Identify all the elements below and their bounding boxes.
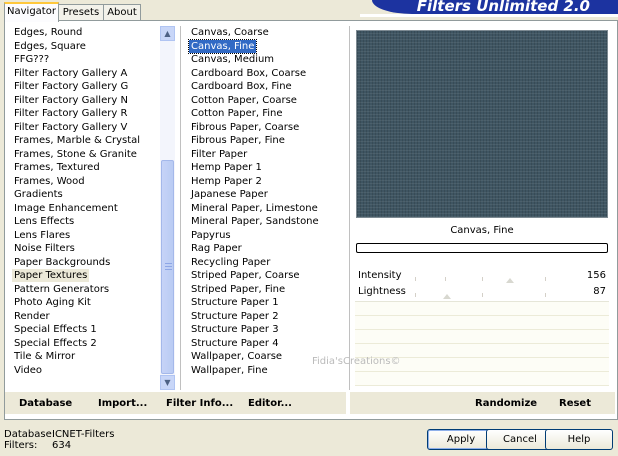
param-value: 156 — [586, 270, 606, 281]
filter-item[interactable]: Mineral Paper, Sandstone — [191, 215, 319, 228]
param-empty-row — [355, 302, 609, 316]
watermark: Fidia'sCreations© — [312, 356, 401, 367]
apply-button[interactable]: Apply — [427, 429, 495, 450]
category-item[interactable]: Special Effects 2 — [14, 337, 97, 350]
tab-navigator[interactable]: Navigator — [4, 2, 59, 22]
list-divider — [180, 26, 181, 390]
category-list[interactable]: Edges, Round Edges, Square FFG??? Filter Fa… — [12, 26, 158, 388]
category-item[interactable]: Paper Backgrounds — [14, 256, 110, 269]
filter-preview — [356, 30, 608, 218]
category-item[interactable]: Special Effects 1 — [14, 323, 97, 336]
category-item[interactable]: Filter Factory Gallery N — [14, 94, 128, 107]
filter-item[interactable]: Canvas, Coarse — [191, 26, 269, 39]
category-item[interactable]: Filter Factory Gallery R — [14, 107, 127, 120]
category-item[interactable]: Frames, Stone & Granite — [14, 148, 137, 161]
filter-item[interactable]: Striped Paper, Coarse — [191, 269, 300, 282]
category-item[interactable]: Edges, Round — [14, 26, 82, 39]
progress-bar — [356, 243, 608, 253]
filter-item[interactable]: Fibrous Paper, Coarse — [191, 121, 299, 134]
scroll-down-button[interactable]: ▼ — [160, 375, 175, 390]
filter-item[interactable]: Striped Paper, Fine — [191, 283, 285, 296]
category-item[interactable]: Frames, Marble & Crystal — [14, 134, 140, 147]
banner-divider — [360, 14, 618, 17]
filters-count: 634 — [52, 440, 72, 451]
param-empty-row — [355, 316, 609, 330]
randomize-button[interactable]: Randomize — [475, 398, 537, 409]
filter-item[interactable]: Wallpaper, Fine — [191, 364, 268, 377]
category-item[interactable]: Paper Textures — [12, 269, 90, 282]
filter-item[interactable]: Canvas, Fine — [187, 38, 258, 54]
filter-item[interactable]: Japanese Paper — [191, 188, 268, 201]
preview-divider — [349, 26, 350, 390]
tab-about[interactable]: About — [103, 4, 141, 20]
filter-item[interactable]: Hemp Paper 2 — [191, 175, 262, 188]
category-item[interactable]: Frames, Wood — [14, 175, 85, 188]
category-item[interactable]: Lens Effects — [14, 215, 74, 228]
category-item[interactable]: Edges, Square — [14, 40, 86, 53]
param-empty-row — [355, 372, 609, 386]
param-intensity[interactable]: Intensity 156 — [355, 269, 609, 286]
category-item[interactable]: Noise Filters — [14, 242, 75, 255]
filter-item[interactable]: Structure Paper 2 — [191, 310, 279, 323]
scroll-up-button[interactable]: ▲ — [160, 26, 175, 41]
filters-key: Filters: — [4, 440, 38, 451]
category-item[interactable]: Frames, Textured — [14, 161, 100, 174]
filter-item[interactable]: Rag Paper — [191, 242, 242, 255]
filter-name-label: Canvas, Fine — [450, 225, 514, 236]
app-title: Filters Unlimited 2.0 — [416, 0, 590, 14]
category-item[interactable]: Render — [14, 310, 50, 323]
filter-item[interactable]: Papyrus — [191, 229, 231, 242]
category-scrollbar[interactable]: ▲ ▼ — [160, 26, 175, 390]
param-label: Intensity — [358, 270, 402, 281]
tab-presets[interactable]: Presets — [58, 4, 104, 20]
category-item[interactable]: Filter Factory Gallery V — [14, 121, 127, 134]
filter-item[interactable]: Structure Paper 1 — [191, 296, 279, 309]
filter-item[interactable]: Structure Paper 3 — [191, 323, 279, 336]
filter-item[interactable]: Hemp Paper 1 — [191, 161, 262, 174]
scroll-thumb[interactable] — [161, 160, 174, 374]
filter-item[interactable]: Cotton Paper, Fine — [191, 107, 283, 120]
filter-item[interactable]: Structure Paper 4 — [191, 337, 279, 350]
database-button[interactable]: Database — [19, 398, 72, 409]
category-item[interactable]: Filter Factory Gallery A — [14, 67, 127, 80]
filter-item[interactable]: Wallpaper, Coarse — [191, 350, 282, 363]
database-key: Database: — [4, 429, 56, 440]
slider-marker[interactable] — [506, 278, 514, 283]
editor-button[interactable]: Editor... — [248, 398, 292, 409]
category-item[interactable]: Image Enhancement — [14, 202, 118, 215]
param-value: 87 — [593, 286, 606, 297]
slider-marker[interactable] — [443, 294, 451, 299]
param-empty-row — [355, 330, 609, 344]
database-value: ICNET-Filters — [52, 429, 115, 440]
app-banner: Filters Unlimited 2.0 — [372, 0, 618, 14]
help-button[interactable]: Help — [545, 429, 613, 450]
filter-item[interactable]: Fibrous Paper, Fine — [191, 134, 285, 147]
category-item[interactable]: FFG??? — [14, 53, 49, 66]
filter-list[interactable]: Canvas, Coarse Canvas, Fine Canvas, Medium… — [187, 26, 346, 388]
filter-item[interactable]: Canvas, Medium — [191, 53, 274, 66]
import-button[interactable]: Import... — [98, 398, 147, 409]
category-item[interactable]: Gradients — [14, 188, 63, 201]
filter-item[interactable]: Recycling Paper — [191, 256, 270, 269]
category-item[interactable]: Filter Factory Gallery G — [14, 80, 128, 93]
reset-button[interactable]: Reset — [559, 398, 591, 409]
param-lightness[interactable]: Lightness 87 — [355, 285, 609, 302]
filter-item[interactable]: Filter Paper — [191, 148, 247, 161]
category-item[interactable]: Pattern Generators — [14, 283, 109, 296]
filter-info-button[interactable]: Filter Info... — [166, 398, 233, 409]
category-item[interactable]: Tile & Mirror — [14, 350, 75, 363]
filter-item[interactable]: Cotton Paper, Coarse — [191, 94, 297, 107]
filter-item[interactable]: Cardboard Box, Fine — [191, 80, 292, 93]
category-item[interactable]: Video — [14, 364, 42, 377]
category-item[interactable]: Lens Flares — [14, 229, 70, 242]
param-label: Lightness — [358, 286, 406, 297]
category-item[interactable]: Photo Aging Kit — [14, 296, 91, 309]
filter-item[interactable]: Mineral Paper, Limestone — [191, 202, 318, 215]
filter-item[interactable]: Cardboard Box, Coarse — [191, 67, 306, 80]
cancel-button[interactable]: Cancel — [486, 429, 554, 450]
